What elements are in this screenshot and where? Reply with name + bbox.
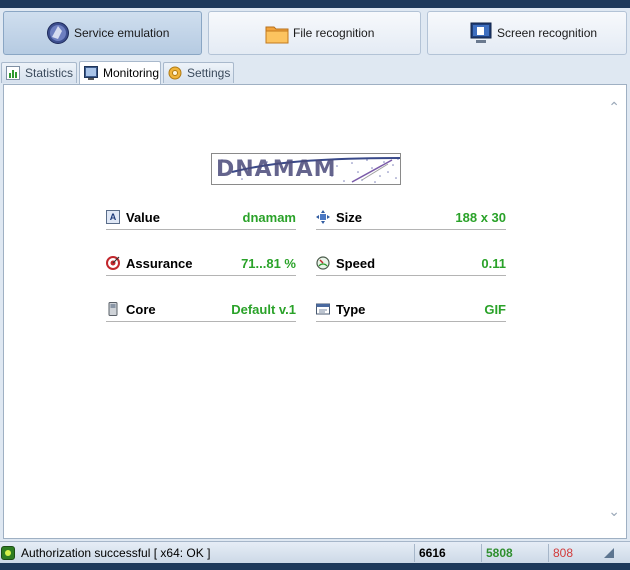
screen-monitor-icon (469, 21, 493, 45)
assurance-label: Assurance (126, 255, 193, 271)
tab-settings-label: Settings (187, 66, 231, 80)
detail-row-assurance: Assurance 71...81 % (106, 251, 296, 276)
status-ok-icon (1, 545, 15, 560)
speed-value: 0.11 (481, 255, 506, 271)
scroll-up-chevron-icon[interactable]: ⌃ (608, 99, 620, 116)
status-count-errors: 808 (553, 545, 574, 560)
window-bottom-strip (0, 563, 630, 570)
status-count-total: 6616 (419, 545, 446, 560)
tab-settings[interactable]: Settings (163, 62, 234, 83)
core-value: Default v.1 (231, 301, 296, 317)
detail-row-type: Type GIF (316, 297, 506, 322)
file-recognition-label: File recognition (293, 26, 375, 40)
size-label: Size (336, 209, 363, 225)
globe-icon (46, 21, 70, 45)
status-count-success: 5808 (486, 545, 513, 560)
detail-row-value: A Value dnamam (106, 205, 296, 230)
status-message: Authorization successful [ x64: OK ] (21, 545, 211, 560)
tab-statistics-label: Statistics (25, 66, 74, 80)
screen-recognition-button[interactable]: Screen recognition (427, 11, 627, 55)
detail-row-core: Core Default v.1 (106, 297, 296, 322)
detail-row-size: Size 188 x 30 (316, 205, 506, 230)
type-label: Type (336, 301, 366, 317)
monitoring-panel: ⌃ DNAMAM A Value dnamam Size 188 x 30 As… (3, 84, 627, 539)
value-value: dnamam (242, 209, 296, 225)
screen-recognition-label: Screen recognition (497, 26, 598, 40)
window-icon (316, 302, 330, 316)
status-bar: Authorization successful [ x64: OK ] 661… (0, 541, 630, 563)
detail-row-speed: Speed 0.11 (316, 251, 506, 276)
assurance-value: 71...81 % (241, 255, 296, 271)
type-value: GIF (484, 301, 506, 317)
scroll-down-chevron-icon[interactable]: ⌄ (608, 503, 620, 520)
speed-label: Speed (336, 255, 376, 271)
resize-arrows-icon (316, 210, 330, 224)
gear-icon (168, 66, 182, 80)
service-emulation-button[interactable]: Service emulation (3, 11, 202, 55)
device-icon (106, 302, 120, 316)
target-icon (106, 256, 120, 270)
service-emulation-label: Service emulation (74, 26, 170, 40)
window-top-strip (0, 0, 630, 8)
tab-strip: Statistics Monitoring Settings (0, 61, 630, 84)
tab-statistics[interactable]: Statistics (1, 62, 77, 83)
speedometer-icon (316, 256, 330, 270)
captcha-text: DNAMAM (216, 157, 337, 182)
bar-chart-icon (6, 66, 20, 80)
monitor-icon (84, 66, 98, 80)
captcha-image: DNAMAM (211, 153, 401, 185)
size-value: 188 x 30 (455, 209, 506, 225)
folder-icon (265, 21, 289, 45)
tab-monitoring[interactable]: Monitoring (79, 61, 161, 84)
tab-monitoring-label: Monitoring (103, 66, 160, 80)
core-label: Core (126, 301, 156, 317)
value-label: Value (126, 209, 160, 225)
value-icon: A (106, 210, 120, 224)
resize-grip-icon[interactable] (604, 547, 614, 558)
file-recognition-button[interactable]: File recognition (208, 11, 421, 55)
